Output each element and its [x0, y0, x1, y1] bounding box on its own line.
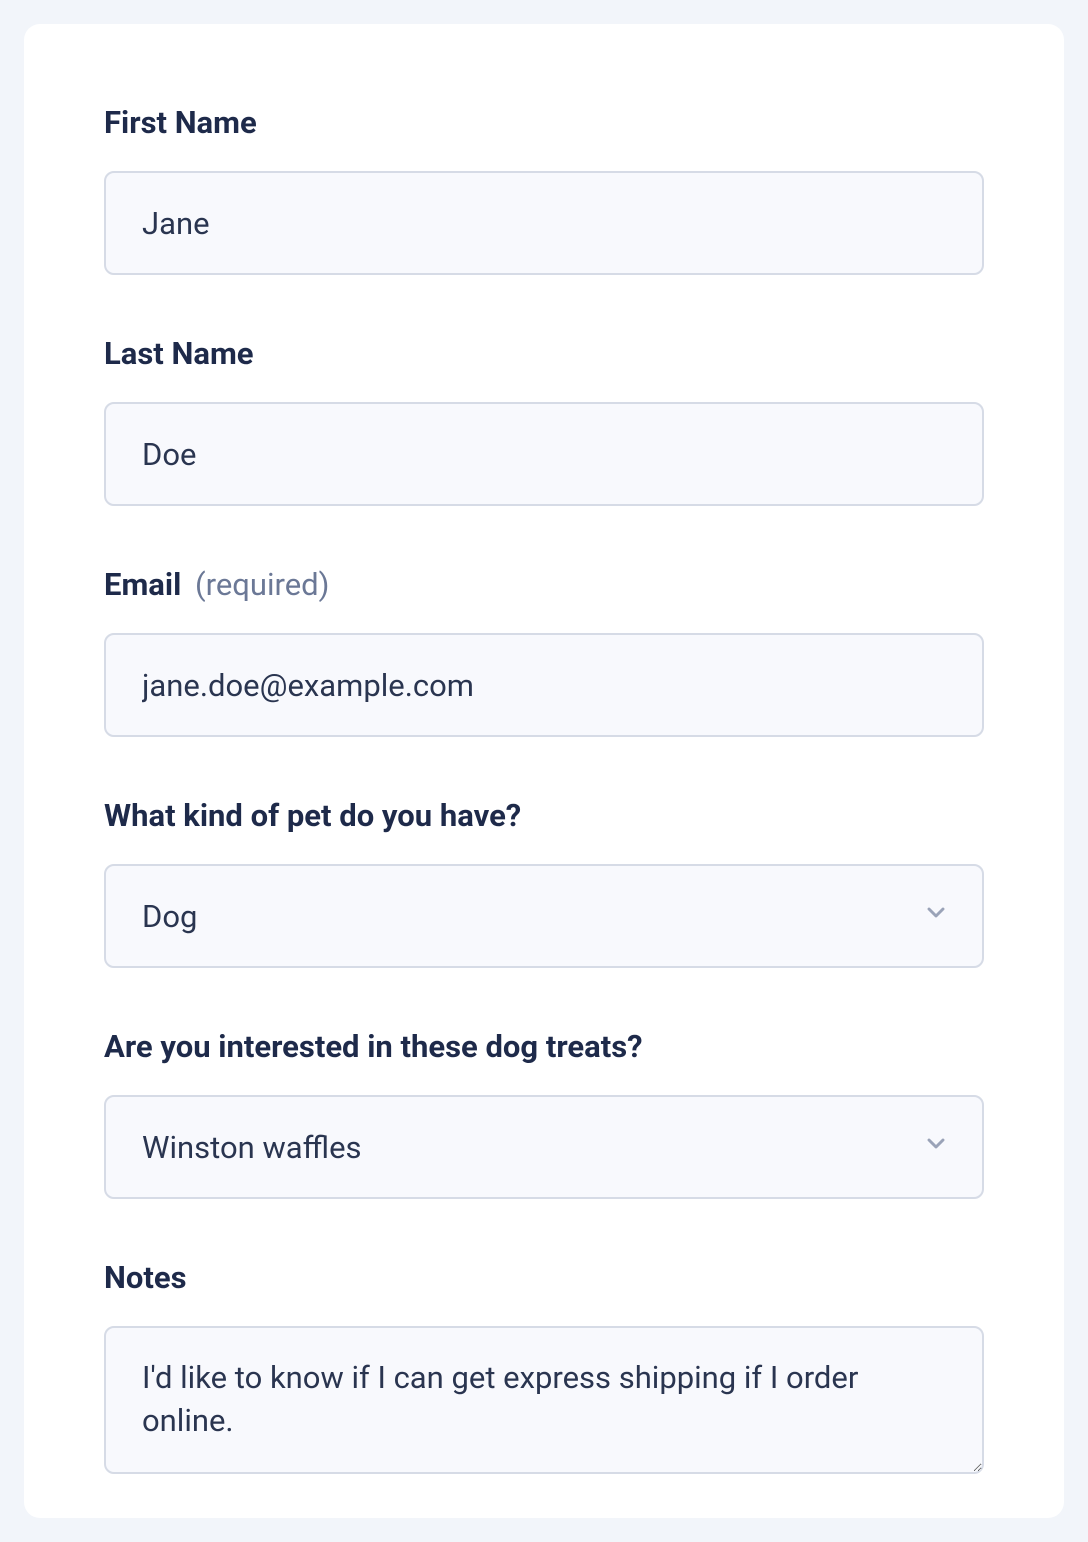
- email-input[interactable]: [104, 633, 984, 737]
- email-required-hint: (required): [195, 566, 329, 603]
- notes-field: Notes I'd like to know if I can get expr…: [104, 1259, 984, 1478]
- form-card: First Name Last Name Email (required) Wh…: [24, 24, 1064, 1518]
- pet-kind-select-wrap: Dog: [104, 864, 984, 968]
- last-name-input[interactable]: [104, 402, 984, 506]
- first-name-input[interactable]: [104, 171, 984, 275]
- last-name-label: Last Name: [104, 335, 984, 372]
- first-name-label: First Name: [104, 104, 984, 141]
- email-label-text: Email: [104, 566, 181, 603]
- notes-label: Notes: [104, 1259, 984, 1296]
- email-field: Email (required): [104, 566, 984, 737]
- treats-select-wrap: Winston waffles: [104, 1095, 984, 1199]
- treats-field: Are you interested in these dog treats? …: [104, 1028, 984, 1199]
- treats-label: Are you interested in these dog treats?: [104, 1028, 984, 1065]
- pet-kind-label: What kind of pet do you have?: [104, 797, 984, 834]
- email-label: Email (required): [104, 566, 984, 603]
- notes-textarea[interactable]: I'd like to know if I can get express sh…: [104, 1326, 984, 1474]
- first-name-field: First Name: [104, 104, 984, 275]
- pet-kind-select[interactable]: Dog: [106, 866, 982, 966]
- pet-kind-field: What kind of pet do you have? Dog: [104, 797, 984, 968]
- treats-select[interactable]: Winston waffles: [106, 1097, 982, 1197]
- last-name-field: Last Name: [104, 335, 984, 506]
